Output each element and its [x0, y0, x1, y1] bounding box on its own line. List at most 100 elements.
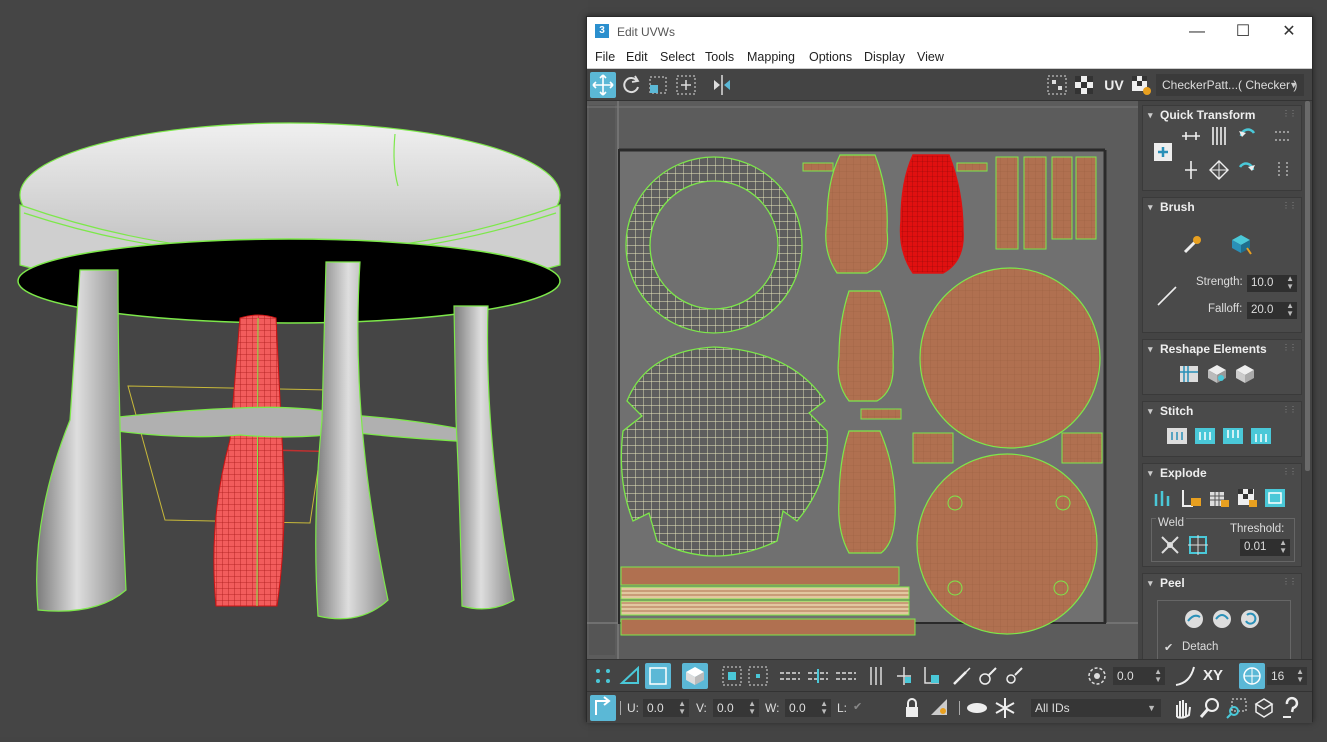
map-seams-icon[interactable]	[919, 663, 945, 689]
3d-viewport[interactable]	[0, 0, 588, 737]
spinner-arrows-icon[interactable]: ▲ ▼	[1296, 668, 1304, 684]
title-bar[interactable]: 3 Edit UVWs — ☐ ✕	[587, 17, 1312, 47]
uv-toggle-button[interactable]: UV	[1101, 72, 1127, 98]
strength-spinner[interactable]: 10.0 ▲ ▼	[1247, 275, 1297, 292]
panel-scrollbar[interactable]	[1305, 101, 1310, 471]
relax-brush-icon[interactable]	[1229, 232, 1253, 256]
menu-view[interactable]: View	[917, 50, 944, 64]
detach-checkbox[interactable]: ✔	[1164, 641, 1173, 654]
split-by-uv-icon[interactable]	[1235, 486, 1259, 510]
zoom-icon[interactable]	[1197, 695, 1223, 721]
absolute-offset-icon[interactable]	[590, 695, 616, 721]
mirror-tool-button[interactable]	[709, 72, 735, 98]
menu-mapping[interactable]: Mapping	[747, 50, 795, 64]
weld-all-icon[interactable]	[1186, 533, 1210, 557]
reset-peel-icon[interactable]	[1238, 607, 1262, 631]
spinner-arrows-icon[interactable]: ▲ ▼	[1286, 275, 1294, 291]
spinner-arrows-icon[interactable]: ▲ ▼	[1279, 539, 1287, 555]
falloff-curve-icon[interactable]	[1172, 663, 1198, 689]
v-field[interactable]: 0.0 ▲ ▼	[713, 699, 759, 717]
select-edge-icon[interactable]	[617, 663, 643, 689]
menu-edit[interactable]: Edit	[626, 50, 648, 64]
rotate-ccw-icon[interactable]	[1235, 124, 1259, 148]
select-element-icon[interactable]	[682, 663, 708, 689]
texture-settings-icon[interactable]	[1128, 72, 1154, 98]
ring-selection-icon[interactable]	[777, 663, 803, 689]
falloff-spinner[interactable]: 20.0 ▲ ▼	[1247, 302, 1297, 319]
rotate-cw-icon[interactable]	[1235, 158, 1259, 182]
explode-header[interactable]: Explode	[1143, 464, 1301, 482]
quick-peel-icon[interactable]	[1182, 607, 1206, 631]
peel-mode-icon[interactable]	[1210, 607, 1234, 631]
maximize-icon[interactable]: ☐	[1220, 17, 1266, 47]
peel-header[interactable]: Peel	[1143, 574, 1301, 592]
snap-grid-icon[interactable]	[1239, 663, 1265, 689]
point-to-point-seam-icon[interactable]	[863, 663, 889, 689]
u-field[interactable]: 0.0 ▲ ▼	[643, 699, 689, 717]
align-to-edge-icon[interactable]	[1179, 158, 1203, 182]
zoom-region-icon[interactable]	[1224, 695, 1250, 721]
menu-file[interactable]: File	[595, 50, 615, 64]
zoom-extents-icon[interactable]	[1251, 695, 1277, 721]
menu-options[interactable]: Options	[809, 50, 852, 64]
menu-select[interactable]: Select	[660, 50, 695, 64]
hide-icon[interactable]	[927, 695, 953, 721]
space-horizontal-icon[interactable]	[1271, 124, 1295, 148]
filter-selected-icon[interactable]	[964, 695, 990, 721]
grow-selection-icon[interactable]	[719, 663, 745, 689]
checker-pattern-icon[interactable]	[1071, 72, 1097, 98]
space-vertical-icon[interactable]	[1271, 158, 1295, 182]
reshape-elements-header[interactable]: Reshape Elements	[1143, 340, 1301, 358]
split-by-smoothing-icon[interactable]	[1179, 486, 1203, 510]
shrink-selection-icon[interactable]	[745, 663, 771, 689]
freeform-tool-button[interactable]	[673, 72, 699, 98]
align-horizontal-icon[interactable]	[1179, 124, 1203, 148]
close-icon[interactable]: ✕	[1266, 17, 1312, 47]
scale-tool-button[interactable]	[645, 72, 671, 98]
align-center-icon[interactable]	[1151, 140, 1175, 164]
break-icon[interactable]	[1151, 486, 1175, 510]
help-icon[interactable]	[1279, 695, 1305, 721]
menu-display[interactable]: Display	[864, 50, 905, 64]
menu-tools[interactable]: Tools	[705, 50, 734, 64]
align-vertical-icon[interactable]	[1207, 124, 1231, 148]
stitch-header[interactable]: Stitch	[1143, 402, 1301, 420]
edit-seams-icon[interactable]	[891, 663, 917, 689]
shrink-brush-icon[interactable]	[1001, 663, 1027, 689]
enlarge-brush-icon[interactable]	[975, 663, 1001, 689]
lock-checkbox[interactable]: ✔	[853, 700, 862, 713]
quick-transform-header[interactable]: Quick Transform	[1143, 106, 1301, 124]
weld-selected-icon[interactable]	[1158, 533, 1182, 557]
minimize-icon[interactable]: —	[1174, 17, 1220, 47]
stitch-to-source-icon[interactable]	[1221, 424, 1245, 448]
paint-select-icon[interactable]	[949, 663, 975, 689]
w-field[interactable]: 0.0 ▲ ▼	[785, 699, 831, 717]
texture-dropdown[interactable]: CheckerPatt...( Checker ) ▼	[1156, 74, 1304, 96]
xy-axis-label[interactable]: XY	[1203, 667, 1223, 684]
spinner-arrows-icon[interactable]: ▲ ▼	[1286, 302, 1294, 318]
spinner-arrows-icon[interactable]: ▲ ▼	[820, 700, 828, 716]
spinner-arrows-icon[interactable]: ▲ ▼	[678, 700, 686, 716]
brush-header[interactable]: Brush	[1143, 198, 1301, 216]
falloff-distance-field[interactable]: 0.0 ▲ ▼	[1113, 667, 1165, 685]
pan-icon[interactable]	[1169, 695, 1195, 721]
stitch-to-target-icon[interactable]	[1165, 424, 1189, 448]
straighten-selection-icon[interactable]	[1177, 362, 1201, 386]
edge-loop-icon[interactable]	[833, 663, 859, 689]
box-cube-icon[interactable]	[1233, 362, 1257, 386]
rotate-tool-button[interactable]	[618, 72, 644, 98]
spinner-arrows-icon[interactable]: ▲ ▼	[1154, 668, 1162, 684]
freeze-icon[interactable]	[992, 695, 1018, 721]
lock-icon[interactable]	[899, 695, 925, 721]
relax-cube-icon[interactable]	[1205, 362, 1229, 386]
stitch-average-icon[interactable]	[1193, 424, 1217, 448]
threshold-spinner[interactable]: 0.01 ▲ ▼	[1240, 539, 1290, 556]
move-tool-button[interactable]	[590, 72, 616, 98]
soft-selection-icon[interactable]	[1084, 663, 1110, 689]
material-ids-dropdown[interactable]: All IDs ▼	[1031, 699, 1161, 717]
straighten-icon[interactable]	[1207, 158, 1231, 182]
checker-display-icon[interactable]	[1044, 72, 1070, 98]
grid-subdivision-field[interactable]: 16 ▲ ▼	[1267, 667, 1307, 685]
spinner-arrows-icon[interactable]: ▲ ▼	[748, 700, 756, 716]
loop-selection-icon[interactable]	[805, 663, 831, 689]
